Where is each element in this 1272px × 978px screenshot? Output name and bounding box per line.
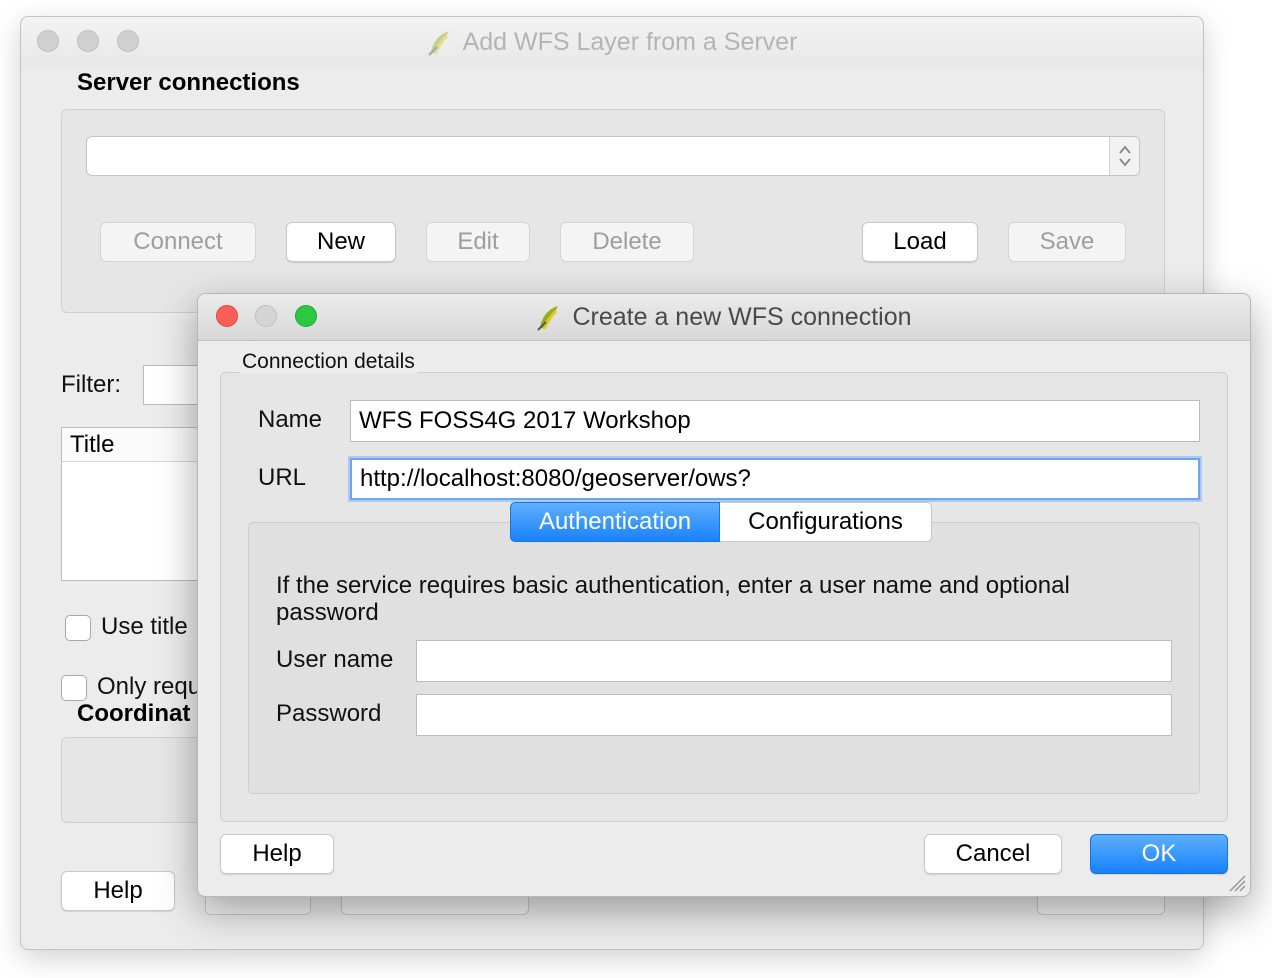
- window-titlebar: Add WFS Layer from a Server: [21, 17, 1203, 67]
- dialog-help-button[interactable]: Help: [220, 834, 334, 874]
- server-connections-group: Connect New Edit Delete Load Save: [61, 109, 1165, 313]
- connection-select[interactable]: [86, 136, 1140, 176]
- qgis-app-icon: [537, 306, 559, 331]
- filter-label: Filter:: [61, 371, 121, 398]
- url-input[interactable]: http://localhost:8080/geoserver/ows?: [350, 458, 1200, 500]
- tab-authentication[interactable]: Authentication: [510, 502, 720, 542]
- edit-button[interactable]: Edit: [426, 222, 530, 262]
- help-button[interactable]: Help: [61, 871, 175, 911]
- name-label: Name: [258, 406, 323, 433]
- connect-button[interactable]: Connect: [100, 222, 256, 262]
- dialog-title: Create a new WFS connection: [572, 302, 912, 331]
- use-title-label: Use title: [101, 613, 188, 640]
- coordinate-label: Coordinat: [77, 700, 191, 727]
- url-label: URL: [258, 464, 307, 491]
- delete-button[interactable]: Delete: [560, 222, 694, 262]
- new-wfs-connection-dialog: Create a new WFS connection Connection d…: [197, 293, 1251, 897]
- password-label: Password: [276, 700, 382, 727]
- username-label: User name: [276, 646, 394, 673]
- only-request-checkbox[interactable]: [61, 675, 87, 701]
- select-stepper-icon[interactable]: [1109, 137, 1139, 175]
- tab-configurations[interactable]: Configurations: [720, 502, 932, 542]
- name-input[interactable]: WFS FOSS4G 2017 Workshop: [350, 400, 1200, 442]
- server-connections-label: Server connections: [77, 69, 300, 96]
- use-title-checkbox[interactable]: [65, 615, 91, 641]
- only-request-label: Only requ: [97, 673, 202, 700]
- new-button[interactable]: New: [286, 222, 396, 262]
- window-title: Add WFS Layer from a Server: [462, 27, 798, 56]
- connection-details-title: Connection details: [240, 350, 417, 374]
- password-input[interactable]: [416, 694, 1172, 736]
- qgis-app-icon: [427, 31, 449, 56]
- auth-message: If the service requires basic authentica…: [276, 572, 1070, 626]
- username-input[interactable]: [416, 640, 1172, 682]
- load-button[interactable]: Load: [862, 222, 978, 262]
- cancel-button[interactable]: Cancel: [924, 834, 1062, 874]
- resize-grip-icon[interactable]: [1226, 872, 1246, 892]
- dialog-titlebar: Create a new WFS connection: [198, 294, 1250, 341]
- ok-button[interactable]: OK: [1090, 834, 1228, 874]
- save-button[interactable]: Save: [1008, 222, 1126, 262]
